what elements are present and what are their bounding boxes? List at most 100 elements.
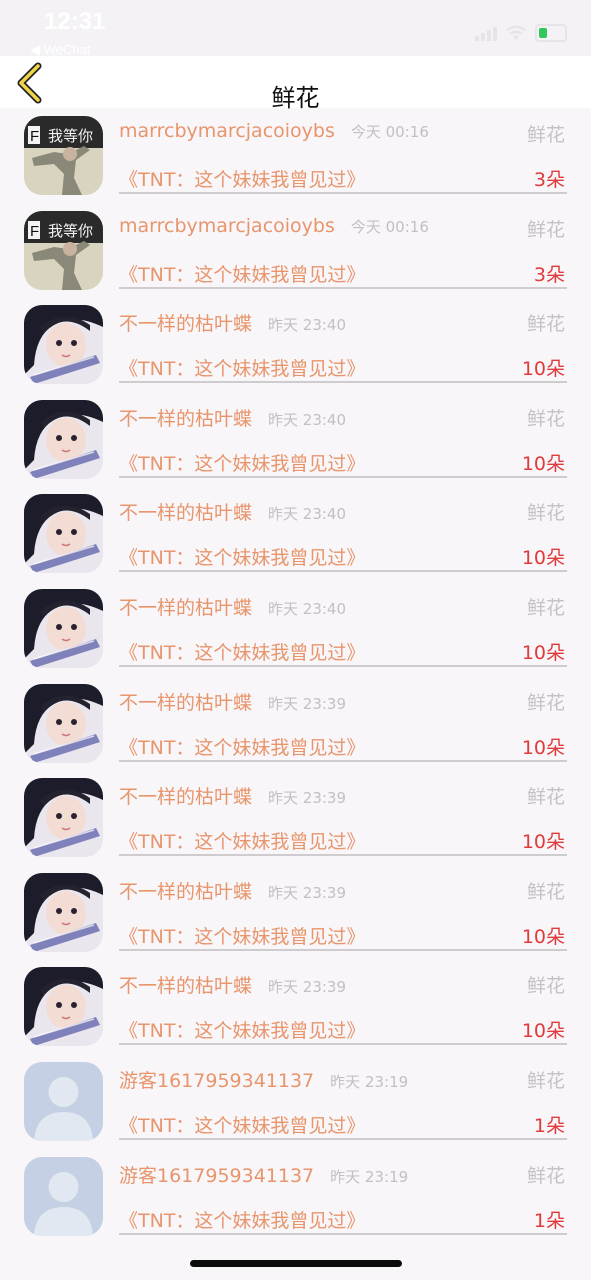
row-divider (119, 1137, 567, 1140)
svg-text:我等你: 我等你 (48, 127, 93, 145)
user-name: marrcbymarcjacoioybs 今天 00:16 (119, 214, 429, 237)
row-divider (119, 854, 567, 857)
work-title[interactable]: 《TNT：这个妹妹我曾见过》 (119, 449, 365, 476)
battery-icon (535, 24, 567, 42)
flower-count: 10朵 (521, 452, 565, 475)
gift-type-label: 鲜花 (526, 313, 565, 336)
girl-photo-avatar-icon (24, 588, 103, 668)
timestamp: 昨天 23:39 (268, 978, 347, 997)
girl-photo-avatar-icon (24, 683, 103, 763)
flower-count: 10朵 (521, 547, 565, 570)
work-title[interactable]: 《TNT：这个妹妹我曾见过》 (119, 1111, 365, 1138)
avatar[interactable] (24, 967, 103, 1047)
wifi-icon (506, 25, 526, 40)
timestamp: 昨天 23:40 (268, 599, 347, 618)
work-title[interactable]: 《TNT：这个妹妹我曾见过》 (119, 165, 365, 192)
flower-count: 3朵 (533, 169, 565, 191)
gift-record-row[interactable]: 不一样的枯叶蝶 昨天 23:39 鲜花 《TNT：这个妹妹我曾见过》 10朵 (0, 965, 591, 1060)
timestamp: 昨天 23:19 (330, 1072, 409, 1091)
gift-record-list: F 我等你 marrcbymarcjacoioybs 今天 00:16 鲜花 《TN… (0, 114, 591, 1249)
girl-photo-avatar-icon (24, 305, 103, 385)
avatar[interactable] (24, 494, 103, 574)
timestamp: 今天 00:16 (350, 217, 429, 236)
default-user-avatar-icon (24, 1156, 103, 1236)
gift-record-row[interactable]: 不一样的枯叶蝶 昨天 23:40 鲜花 《TNT：这个妹妹我曾见过》 10朵 (0, 492, 591, 587)
work-title[interactable]: 《TNT：这个妹妹我曾见过》 (119, 733, 365, 760)
avatar[interactable] (24, 1156, 103, 1236)
gift-type-label: 鲜花 (526, 407, 565, 430)
user-name: marrcbymarcjacoioybs 今天 00:16 (119, 120, 429, 142)
row-divider (119, 286, 567, 289)
user-name: 不一样的枯叶蝶 昨天 23:39 (119, 786, 347, 809)
work-title[interactable]: 《TNT：这个妹妹我曾见过》 (119, 260, 365, 287)
cellular-signal-icon (475, 25, 497, 41)
user-name: 不一样的枯叶蝶 昨天 23:39 (119, 975, 347, 998)
avatar[interactable]: F 我等你 (24, 116, 103, 195)
timestamp: 昨天 23:40 (268, 316, 347, 335)
avatar[interactable] (24, 683, 103, 763)
gift-record-row[interactable]: 不一样的枯叶蝶 昨天 23:40 鲜花 《TNT：这个妹妹我曾见过》 10朵 (0, 303, 591, 398)
user-name: 不一样的枯叶蝶 昨天 23:40 (119, 313, 347, 336)
user-name: 不一样的枯叶蝶 昨天 23:39 (119, 880, 347, 903)
row-divider (119, 664, 567, 667)
status-bar: 12:31 ◀ WeChat (0, 0, 591, 57)
gift-record-row[interactable]: F 我等你 marrcbymarcjacoioybs 今天 00:16 鲜花 《TN… (0, 114, 591, 209)
avatar[interactable]: F 我等你 (24, 210, 103, 290)
timestamp: 昨天 23:39 (268, 694, 347, 713)
status-time: 12:31 (44, 8, 106, 35)
gift-type-label: 鲜花 (526, 124, 565, 146)
flower-count: 10朵 (521, 641, 565, 664)
timestamp: 昨天 23:19 (330, 1167, 409, 1186)
flower-count: 10朵 (521, 1020, 565, 1043)
user-name: 不一样的枯叶蝶 昨天 23:40 (119, 596, 347, 619)
page-title: 鲜花 (271, 84, 320, 112)
gift-record-row[interactable]: 不一样的枯叶蝶 昨天 23:39 鲜花 《TNT：这个妹妹我曾见过》 10朵 (0, 776, 591, 871)
gift-type-label: 鲜花 (526, 880, 565, 903)
gift-record-row[interactable]: 不一样的枯叶蝶 昨天 23:40 鲜花 《TNT：这个妹妹我曾见过》 10朵 (0, 587, 591, 682)
avatar[interactable] (24, 872, 103, 952)
work-title[interactable]: 《TNT：这个妹妹我曾见过》 (119, 638, 365, 665)
flower-count: 10朵 (521, 358, 565, 381)
flower-count: 3朵 (533, 263, 565, 286)
user-name: 不一样的枯叶蝶 昨天 23:39 (119, 691, 347, 714)
row-divider (119, 570, 567, 573)
timestamp: 昨天 23:40 (268, 505, 347, 524)
avatar[interactable] (24, 588, 103, 668)
gift-record-row[interactable]: 不一样的枯叶蝶 昨天 23:39 鲜花 《TNT：这个妹妹我曾见过》 10朵 (0, 871, 591, 966)
row-divider (119, 1043, 567, 1046)
row-divider (119, 948, 567, 951)
user-name: 游客1617959341137 昨天 23:19 (119, 1164, 409, 1187)
timestamp: 昨天 23:40 (268, 410, 347, 429)
avatar[interactable] (24, 1061, 103, 1141)
gift-type-label: 鲜花 (526, 691, 565, 714)
gift-record-row[interactable]: 游客1617959341137 昨天 23:19 鲜花 《TNT：这个妹妹我曾见过… (0, 1060, 591, 1155)
work-title[interactable]: 《TNT：这个妹妹我曾见过》 (119, 922, 365, 949)
row-divider (119, 381, 567, 384)
row-divider (119, 192, 567, 194)
avatar[interactable] (24, 778, 103, 858)
avatar[interactable] (24, 399, 103, 479)
svg-text:F: F (30, 128, 39, 145)
gift-type-label: 鲜花 (526, 596, 565, 619)
work-title[interactable]: 《TNT：这个妹妹我曾见过》 (119, 1016, 365, 1043)
default-user-avatar-icon (24, 1061, 103, 1141)
user-name: 不一样的枯叶蝶 昨天 23:40 (119, 502, 347, 525)
row-divider (119, 1232, 567, 1235)
gift-record-row[interactable]: 不一样的枯叶蝶 昨天 23:39 鲜花 《TNT：这个妹妹我曾见过》 10朵 (0, 682, 591, 777)
flower-count: 1朵 (533, 1209, 565, 1232)
avatar[interactable] (24, 305, 103, 385)
gift-type-label: 鲜花 (526, 786, 565, 809)
work-title[interactable]: 《TNT：这个妹妹我曾见过》 (119, 354, 365, 381)
girl-photo-avatar-icon (24, 494, 103, 574)
work-title[interactable]: 《TNT：这个妹妹我曾见过》 (119, 1206, 365, 1233)
user-name: 不一样的枯叶蝶 昨天 23:40 (119, 407, 347, 430)
work-title[interactable]: 《TNT：这个妹妹我曾见过》 (119, 827, 365, 854)
flower-count: 10朵 (521, 736, 565, 759)
work-title[interactable]: 《TNT：这个妹妹我曾见过》 (119, 543, 365, 570)
home-indicator (190, 1260, 402, 1267)
gift-record-row[interactable]: 不一样的枯叶蝶 昨天 23:40 鲜花 《TNT：这个妹妹我曾见过》 10朵 (0, 398, 591, 493)
row-divider (119, 759, 567, 762)
dancer-photo-avatar-icon: F 我等你 (24, 210, 103, 290)
gift-record-row[interactable]: F 我等你 marrcbymarcjacoioybs 今天 00:16 鲜花 《TN… (0, 209, 591, 304)
gift-record-row[interactable]: 游客1617959341137 昨天 23:19 鲜花 《TNT：这个妹妹我曾见过… (0, 1155, 591, 1250)
